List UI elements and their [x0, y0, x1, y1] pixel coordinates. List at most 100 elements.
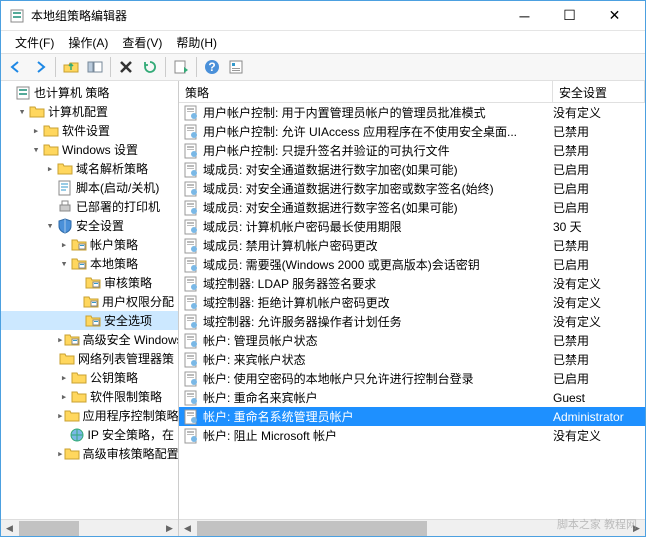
expand-icon[interactable]: ▸ — [57, 333, 64, 346]
expand-icon[interactable]: ▸ — [43, 162, 57, 175]
forward-button[interactable] — [29, 56, 51, 78]
up-button[interactable] — [60, 56, 82, 78]
list-row[interactable]: 域成员: 禁用计算机帐户密码更改已禁用 — [179, 236, 645, 255]
refresh-button[interactable] — [139, 56, 161, 78]
tree-label: 域名解析策略 — [76, 160, 148, 177]
tree-label: 脚本(启动/关机) — [76, 179, 159, 196]
policy-value: Guest — [553, 391, 645, 405]
tree-item[interactable]: ▸高级安全 Windows — [1, 330, 178, 349]
scroll-left-icon[interactable]: ◀ — [179, 520, 196, 537]
tree-root[interactable]: 也计算机 策略 — [1, 83, 178, 102]
list-row[interactable]: 域成员: 对安全通道数据进行数字加密或数字签名(始终)已启用 — [179, 179, 645, 198]
tree-item[interactable]: ▾本地策略 — [1, 254, 178, 273]
column-policy[interactable]: 策略 — [179, 81, 553, 102]
policy-value: 已禁用 — [553, 142, 645, 159]
list-row[interactable]: 域成员: 对安全通道数据进行数字加密(如果可能)已启用 — [179, 160, 645, 179]
tree-item[interactable]: ▸公钥策略 — [1, 368, 178, 387]
list-row[interactable]: 域控制器: 拒绝计算机帐户密码更改没有定义 — [179, 293, 645, 312]
expand-icon[interactable]: ▾ — [57, 257, 71, 270]
tree-item[interactable]: ▾Windows 设置 — [1, 140, 178, 159]
tree-label: 已部署的打印机 — [76, 198, 160, 215]
expand-icon[interactable]: ▸ — [57, 409, 64, 422]
policy-value: 没有定义 — [553, 427, 645, 444]
tree-item[interactable]: ▸应用程序控制策略 — [1, 406, 178, 425]
tree-item[interactable]: 审核策略 — [1, 273, 178, 292]
tree-item[interactable]: 脚本(启动/关机) — [1, 178, 178, 197]
export-button[interactable] — [170, 56, 192, 78]
tree-item[interactable]: 用户权限分配 — [1, 292, 178, 311]
menu-help[interactable]: 帮助(H) — [170, 32, 223, 53]
tree-item[interactable]: ▸软件设置 — [1, 121, 178, 140]
tree-label: 网络列表管理器策 — [78, 350, 174, 367]
list-row[interactable]: 用户帐户控制: 只提升签名并验证的可执行文件已禁用 — [179, 141, 645, 160]
menu-action[interactable]: 操作(A) — [62, 32, 114, 53]
tree[interactable]: 也计算机 策略▾计算机配置▸软件设置▾Windows 设置 ▸ 域名解析策略脚本(启… — [1, 81, 178, 536]
expand-icon[interactable]: ▾ — [43, 219, 57, 232]
list-row[interactable]: 域控制器: 允许服务器操作者计划任务没有定义 — [179, 312, 645, 331]
scroll-right-icon[interactable]: ▶ — [161, 520, 178, 537]
list-row[interactable]: 域成员: 需要强(Windows 2000 或更高版本)会话密钥已启用 — [179, 255, 645, 274]
policy-icon — [183, 428, 199, 444]
expand-icon[interactable]: ▸ — [57, 238, 71, 251]
tree-item[interactable]: 网络列表管理器策 — [1, 349, 178, 368]
list-row[interactable]: 域控制器: LDAP 服务器签名要求没有定义 — [179, 274, 645, 293]
tree-item[interactable]: ▾安全设置 — [1, 216, 178, 235]
menu-view[interactable]: 查看(V) — [116, 32, 168, 53]
list-row[interactable]: 用户帐户控制: 允许 UIAccess 应用程序在不使用安全桌面...已禁用 — [179, 122, 645, 141]
expand-icon[interactable]: ▾ — [29, 143, 43, 156]
scroll-thumb[interactable] — [19, 521, 79, 536]
tree-item[interactable]: ▸软件限制策略 — [1, 387, 178, 406]
policy-value: 没有定义 — [553, 294, 645, 311]
ipsec-icon — [69, 427, 85, 443]
policy-value: 已禁用 — [553, 351, 645, 368]
policy-name: 帐户: 重命名来宾帐户 — [203, 389, 553, 406]
tree-item[interactable]: ▾计算机配置 — [1, 102, 178, 121]
menu-file[interactable]: 文件(F) — [9, 32, 60, 53]
maximize-button[interactable]: ☐ — [547, 1, 592, 30]
app-icon — [9, 8, 25, 24]
folder-icon — [43, 123, 59, 139]
list-row[interactable]: 帐户: 阻止 Microsoft 帐户没有定义 — [179, 426, 645, 445]
list-row[interactable]: 域成员: 计算机帐户密码最长使用期限30 天 — [179, 217, 645, 236]
tree-item[interactable]: ▸ 域名解析策略 — [1, 159, 178, 178]
delete-button[interactable] — [115, 56, 137, 78]
list-row[interactable]: 帐户: 重命名来宾帐户Guest — [179, 388, 645, 407]
list-row[interactable]: 帐户: 重命名系统管理员帐户Administrator — [179, 407, 645, 426]
policy-name: 域成员: 对安全通道数据进行数字加密或数字签名(始终) — [203, 180, 553, 197]
policy-icon — [183, 219, 199, 235]
folder-icon — [71, 370, 87, 386]
separator — [110, 57, 111, 77]
tree-item[interactable]: ▸帐户策略 — [1, 235, 178, 254]
tree-item[interactable]: ▸高级审核策略配置 — [1, 444, 178, 463]
tree-hscrollbar[interactable]: ◀ ▶ — [1, 519, 178, 536]
list-row[interactable]: 帐户: 来宾帐户状态已禁用 — [179, 350, 645, 369]
folder-icon — [29, 104, 45, 120]
pfolder-icon — [71, 256, 87, 272]
window-title: 本地组策略编辑器 — [31, 7, 502, 24]
show-hide-tree-button[interactable] — [84, 56, 106, 78]
policy-list[interactable]: 用户帐户控制: 用于内置管理员帐户的管理员批准模式没有定义用户帐户控制: 允许 … — [179, 103, 645, 536]
scroll-thumb[interactable] — [197, 521, 427, 536]
expand-icon[interactable]: ▸ — [57, 447, 64, 460]
scroll-left-icon[interactable]: ◀ — [1, 520, 18, 537]
column-setting[interactable]: 安全设置 — [553, 81, 645, 102]
pfolder-icon — [64, 332, 80, 348]
list-row[interactable]: 用户帐户控制: 用于内置管理员帐户的管理员批准模式没有定义 — [179, 103, 645, 122]
tree-item[interactable]: 安全选项 — [1, 311, 178, 330]
list-row[interactable]: 域成员: 对安全通道数据进行数字签名(如果可能)已启用 — [179, 198, 645, 217]
back-button[interactable] — [5, 56, 27, 78]
minimize-button[interactable]: ─ — [502, 1, 547, 30]
help-button[interactable] — [201, 56, 223, 78]
list-row[interactable]: 帐户: 使用空密码的本地帐户只允许进行控制台登录已启用 — [179, 369, 645, 388]
expand-icon[interactable]: ▸ — [57, 371, 71, 384]
folder-icon — [57, 161, 73, 177]
close-button[interactable]: ✕ — [592, 1, 637, 30]
properties-button[interactable] — [225, 56, 247, 78]
tree-label: 审核策略 — [104, 274, 152, 291]
tree-item[interactable]: IP 安全策略，在 — [1, 425, 178, 444]
expand-icon[interactable]: ▸ — [57, 390, 71, 403]
tree-item[interactable]: 已部署的打印机 — [1, 197, 178, 216]
expand-icon[interactable]: ▾ — [15, 105, 29, 118]
list-row[interactable]: 帐户: 管理员帐户状态已禁用 — [179, 331, 645, 350]
expand-icon[interactable]: ▸ — [29, 124, 43, 137]
